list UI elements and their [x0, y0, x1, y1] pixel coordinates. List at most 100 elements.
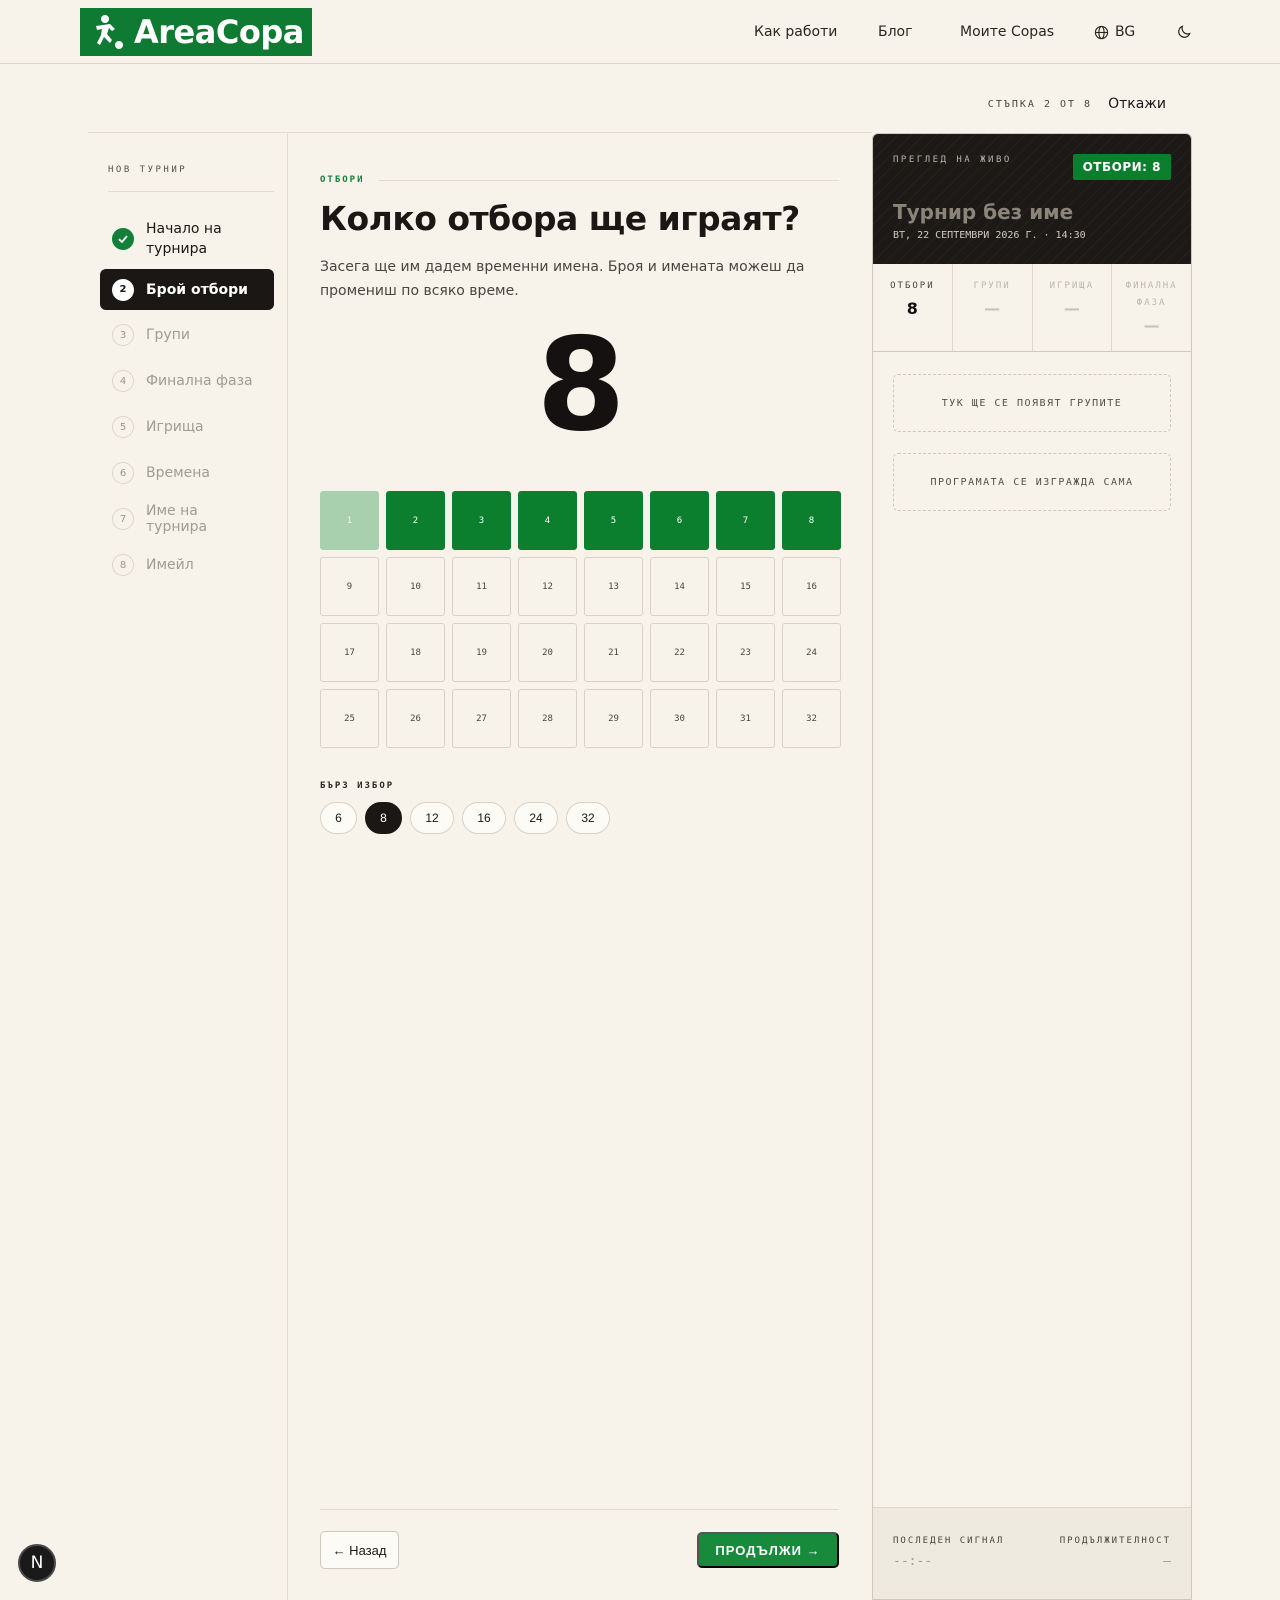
sidebar-step-label: Групи: [146, 327, 190, 343]
team-count-cell-7[interactable]: 7: [716, 491, 775, 550]
quick-pick-6[interactable]: 6: [320, 802, 357, 834]
team-count-cell-24[interactable]: 24: [782, 623, 841, 682]
back-button[interactable]: ← Назад: [320, 1531, 399, 1569]
stat-fields: ИГРИЩА —: [1033, 264, 1113, 351]
brand-name: AreaCopa: [134, 13, 304, 51]
sidebar-step-label: Финална фаза: [146, 373, 253, 389]
nav-my-copas[interactable]: Моите Copas: [960, 20, 1054, 44]
preview-footer: ПОСЛЕДЕН СИГНАЛ --:-- ПРОДЪЛЖИТЕЛНОСТ —: [873, 1507, 1191, 1599]
sidebar-title: НОВ ТУРНИР: [108, 165, 188, 175]
stat-value: 8: [906, 299, 918, 318]
step-counter: СТЪПКА 2 ОТ 8: [987, 98, 1093, 110]
team-count-cell-22[interactable]: 22: [650, 623, 709, 682]
team-count-cell-32[interactable]: 32: [782, 689, 841, 748]
quick-pick-32[interactable]: 32: [566, 802, 610, 834]
quick-pick-24[interactable]: 24: [514, 802, 558, 834]
team-count-cell-17[interactable]: 17: [320, 623, 379, 682]
sidebar-step-number: 3: [112, 324, 134, 346]
quick-pick-8[interactable]: 8: [365, 802, 402, 834]
team-count-cell-13[interactable]: 13: [584, 557, 643, 616]
form-footer-divider: [320, 1509, 839, 1510]
team-count-cell-30[interactable]: 30: [650, 689, 709, 748]
live-preview-label: ПРЕГЛЕД НА ЖИВО: [893, 155, 1012, 165]
team-count-cell-25[interactable]: 25: [320, 689, 379, 748]
tournament-date: ВТ, 22 СЕПТЕМВРИ 2026 Г. · 14:30: [893, 230, 1086, 241]
team-count-cell-16[interactable]: 16: [782, 557, 841, 616]
last-signal: ПОСЛЕДЕН СИГНАЛ --:--: [893, 1536, 1004, 1569]
team-count-cell-3[interactable]: 3: [452, 491, 511, 550]
sidebar-step-label: Имейл: [146, 557, 194, 573]
check-icon: [112, 228, 134, 250]
last-signal-value: --:--: [893, 1554, 933, 1569]
sidebar-step-fields[interactable]: 5 Игрища: [100, 407, 274, 447]
team-count-cell-23[interactable]: 23: [716, 623, 775, 682]
preview-stats: ОТБОРИ 8 ГРУПИ — ИГРИЩА — ФИНАЛНА ФАЗА —: [873, 264, 1191, 352]
quick-pick-16[interactable]: 16: [462, 802, 506, 834]
sidebar-step-label: Начало на турнира: [146, 221, 222, 257]
team-count-cell-5[interactable]: 5: [584, 491, 643, 550]
sidebar-step-groups[interactable]: 3 Групи: [100, 315, 274, 355]
sidebar-step-number: 2: [112, 278, 134, 301]
football-player-icon: [96, 15, 123, 49]
team-count-cell-26[interactable]: 26: [386, 689, 445, 748]
team-count-cell-1[interactable]: 1: [320, 491, 379, 550]
preview-header: ПРЕГЛЕД НА ЖИВО ОТБОРИ: 8 Турнир без име…: [873, 134, 1191, 264]
teams-badge: ОТБОРИ: 8: [1072, 154, 1171, 180]
team-count-cell-10[interactable]: 10: [386, 557, 445, 616]
team-count-cell-31[interactable]: 31: [716, 689, 775, 748]
wizard-sidebar: НОВ ТУРНИР Начало на турнира 2 Брой отбо…: [88, 133, 288, 1600]
sidebar-step-name[interactable]: 7 Име на турнира: [100, 499, 274, 539]
moon-icon: [1178, 25, 1191, 38]
team-count-cell-6[interactable]: 6: [650, 491, 709, 550]
quick-pick-12[interactable]: 12: [410, 802, 454, 834]
team-count-cell-28[interactable]: 28: [518, 689, 577, 748]
team-count-cell-14[interactable]: 14: [650, 557, 709, 616]
brand-logo[interactable]: AreaCopa: [80, 8, 312, 56]
team-count-cell-27[interactable]: 27: [452, 689, 511, 748]
theme-toggle[interactable]: [1177, 24, 1192, 39]
sidebar-step-number: 8: [112, 554, 134, 576]
team-count-cell-20[interactable]: 20: [518, 623, 577, 682]
team-count-cell-19[interactable]: 19: [452, 623, 511, 682]
sidebar-step-teams[interactable]: 2 Брой отбори: [100, 269, 274, 310]
stat-label: ИГРИЩА: [1049, 281, 1095, 291]
team-count-cell-29[interactable]: 29: [584, 689, 643, 748]
team-count-cell-4[interactable]: 4: [518, 491, 577, 550]
tournament-name: Турнир без име: [893, 200, 1074, 224]
groups-placeholder: ТУК ЩЕ СЕ ПОЯВЯТ ГРУПИТЕ: [893, 374, 1171, 432]
sidebar-step-number: 4: [112, 370, 134, 392]
sidebar-step-start[interactable]: Начало на турнира: [100, 215, 274, 263]
continue-button[interactable]: ПРОДЪЛЖИ →: [697, 1532, 839, 1568]
language-switcher[interactable]: BG: [1094, 20, 1135, 44]
stat-value: —: [1063, 299, 1080, 318]
duration-label: ПРОДЪЛЖИТЕЛНОСТ: [1059, 1536, 1171, 1546]
section-kicker: ОТБОРИ: [320, 175, 839, 185]
language-label: BG: [1115, 24, 1136, 40]
sidebar-step-number: 5: [112, 416, 134, 438]
team-count-cell-21[interactable]: 21: [584, 623, 643, 682]
team-count-cell-11[interactable]: 11: [452, 557, 511, 616]
sidebar-step-email[interactable]: 8 Имейл: [100, 545, 274, 585]
team-count-cell-8[interactable]: 8: [782, 491, 841, 550]
sidebar-step-final-phase[interactable]: 4 Финална фаза: [100, 361, 274, 401]
section-kicker-label: ОТБОРИ: [320, 175, 365, 185]
last-signal-label: ПОСЛЕДЕН СИГНАЛ: [893, 1536, 1005, 1546]
sidebar-divider: [108, 191, 274, 192]
nav-blog[interactable]: Блог: [878, 20, 912, 44]
quick-pick-row: 6 8 12 16 24 32: [320, 802, 610, 834]
dev-tools-badge[interactable]: N: [18, 1544, 56, 1582]
team-count-cell-12[interactable]: 12: [518, 557, 577, 616]
sidebar-step-times[interactable]: 6 Времена: [100, 453, 274, 493]
team-count-cell-9[interactable]: 9: [320, 557, 379, 616]
schedule-placeholder: ПРОГРАМАТА СЕ ИЗГРАЖДА САМА: [893, 453, 1171, 511]
team-count-display: 8: [536, 311, 625, 460]
nav-how-it-works[interactable]: Как работи: [754, 20, 837, 44]
team-count-cell-2[interactable]: 2: [386, 491, 445, 550]
site-header: AreaCopa Как работи Блог Моите Copas BG: [0, 0, 1280, 64]
cancel-link[interactable]: Откажи: [1108, 96, 1166, 112]
team-count-cell-15[interactable]: 15: [716, 557, 775, 616]
globe-icon: [1094, 25, 1109, 39]
live-preview-panel: ПРЕГЛЕД НА ЖИВО ОТБОРИ: 8 Турнир без име…: [872, 133, 1192, 1600]
team-count-cell-18[interactable]: 18: [386, 623, 445, 682]
stat-label: ФИНАЛНА ФАЗА: [1125, 281, 1178, 308]
